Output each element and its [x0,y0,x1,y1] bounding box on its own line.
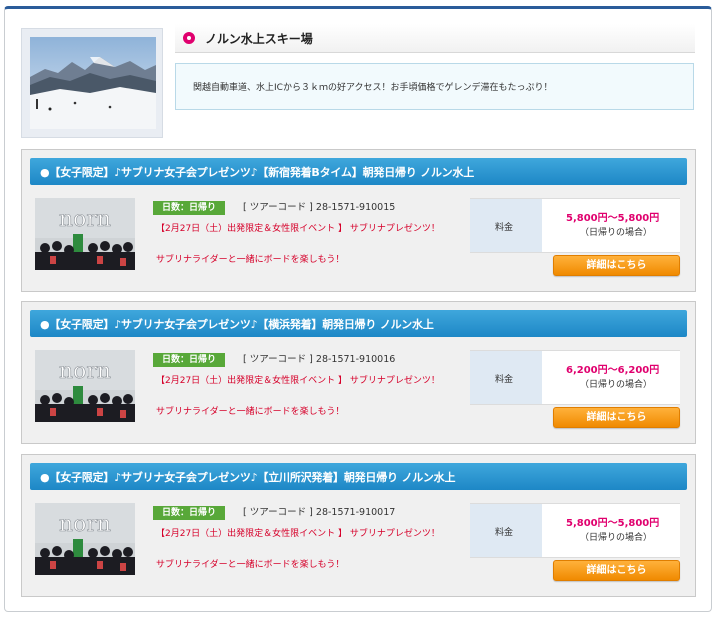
tour-photo-sign: norn [59,359,111,384]
price-table: 料金 5,800円～5,800円 （日帰りの場合） [470,198,680,253]
tour-title-bar[interactable]: ●【女子限定】♪サブリナ女子会プレゼンツ♪【新宿発着Bタイム】朝発日帰り ノルン… [30,158,687,185]
price-header-cell: 料金 [470,351,542,404]
tour-code: [ ツアーコード ] 28-1571-910015 [243,202,396,213]
tour-code: [ ツアーコード ] 28-1571-910016 [243,354,396,365]
tour-photo[interactable]: norn [35,198,135,270]
tour-photo-sign: norn [59,512,111,537]
tour-photo-sign: norn [59,207,111,232]
price-note: （日帰りの場合） [580,228,653,238]
price-value: 5,800円～5,800円 [566,518,660,529]
price-header-cell: 料金 [470,504,542,557]
cta-text: サブリナライダーと一緒にボードを楽しもう！ [156,255,345,265]
cta-text: サブリナライダーと一緒にボードを楽しもう！ [156,560,345,570]
tour-title[interactable]: ●【女子限定】♪サブリナ女子会プレゼンツ♪【横浜発着】朝発日帰り ノルン水上 [40,316,434,332]
tour-card: ●【女子限定】♪サブリナ女子会プレゼンツ♪【立川所沢発着】朝発日帰り ノルン水上… [21,454,696,597]
bullet-circle-icon [183,32,195,44]
details-button[interactable]: 詳細はこちら [553,560,680,581]
days-badge: 日数：日帰り [153,506,226,520]
resort-description: 関越自動車道、水上ICから３ｋｍの好アクセス！お手頃価格でゲレンデ滞在もたっぷり… [193,83,553,93]
price-table: 料金 6,200円～6,200円 （日帰りの場合） [470,350,680,405]
price-value: 6,200円～6,200円 [566,365,660,376]
days-badge: 日数：日帰り [153,353,226,367]
price-header-cell: 料金 [470,199,542,252]
tour-title-bar[interactable]: ●【女子限定】♪サブリナ女子会プレゼンツ♪【立川所沢発着】朝発日帰り ノルン水上 [30,463,687,490]
resort-photo-frame [21,28,163,138]
price-label: 料金 [495,528,514,538]
resort-photo[interactable] [30,37,156,129]
resort-description-box: 関越自動車道、水上ICから３ｋｍの好アクセス！お手頃価格でゲレンデ滞在もたっぷり… [175,63,694,110]
tour-title[interactable]: ●【女子限定】♪サブリナ女子会プレゼンツ♪【新宿発着Bタイム】朝発日帰り ノルン… [40,164,474,180]
price-note: （日帰りの場合） [580,380,653,390]
event-text: 【2月27日（土）出発限定＆女性限イベント 】 サブリナプレゼンツ！ [156,376,440,386]
tour-photo[interactable]: norn [35,350,135,422]
price-value: 5,800円～5,800円 [566,213,660,224]
tour-photo[interactable]: norn [35,503,135,575]
tour-title[interactable]: ●【女子限定】♪サブリナ女子会プレゼンツ♪【立川所沢発着】朝発日帰り ノルン水上 [40,469,455,485]
details-button[interactable]: 詳細はこちら [553,255,680,276]
days-badge: 日数：日帰り [153,201,226,215]
event-text: 【2月27日（土）出発限定＆女性限イベント 】 サブリナプレゼンツ！ [156,529,440,539]
cta-text: サブリナライダーと一緒にボードを楽しもう！ [156,407,345,417]
price-note: （日帰りの場合） [580,533,653,543]
details-button[interactable]: 詳細はこちら [553,407,680,428]
tour-code: [ ツアーコード ] 28-1571-910017 [243,507,396,518]
resort-name-bar: ノルン水上スキー場 [175,24,695,53]
tour-title-bar[interactable]: ●【女子限定】♪サブリナ女子会プレゼンツ♪【横浜発着】朝発日帰り ノルン水上 [30,310,687,337]
tour-card: ●【女子限定】♪サブリナ女子会プレゼンツ♪【横浜発着】朝発日帰り ノルン水上 n… [21,301,696,444]
price-label: 料金 [495,375,514,385]
event-text: 【2月27日（土）出発限定＆女性限イベント 】 サブリナプレゼンツ！ [156,224,440,234]
tour-card: ●【女子限定】♪サブリナ女子会プレゼンツ♪【新宿発着Bタイム】朝発日帰り ノルン… [21,149,696,292]
price-table: 料金 5,800円～5,800円 （日帰りの場合） [470,503,680,558]
resort-name[interactable]: ノルン水上スキー場 [205,30,313,47]
price-label: 料金 [495,223,514,233]
